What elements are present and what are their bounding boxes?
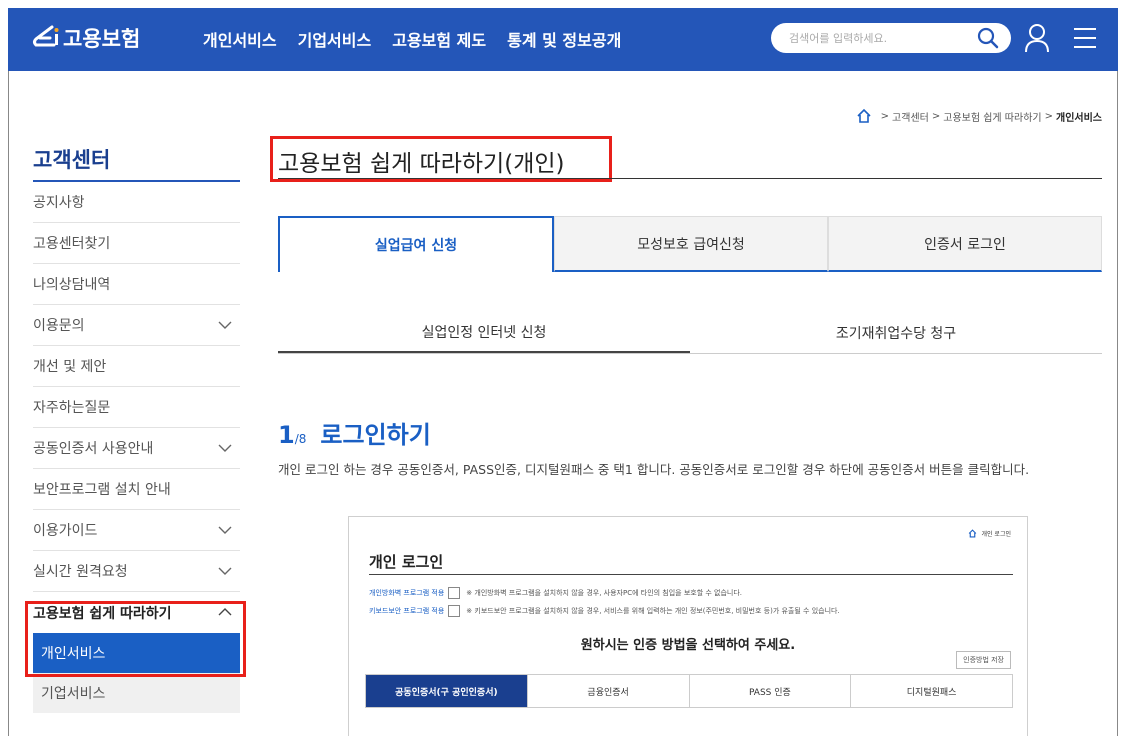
login-panel: 개인 로그인 개인 로그인 개인방화벽 프로그램 적용 ※ 개인방화벽 프로그램… xyxy=(348,516,1028,736)
keyboard-security-option: 키보드보안 프로그램 적용 ※ 키보드보안 프로그램을 설치하지 않을 경우, … xyxy=(369,605,840,617)
auth-tab-label: 디지털원패스 xyxy=(906,687,957,698)
search-input[interactable] xyxy=(789,29,969,47)
panel-breadcrumb-label: 개인 로그인 xyxy=(981,531,1011,538)
sidebar-item-label: 고용센터찾기 xyxy=(33,236,111,252)
keyboard-security-label: 키보드보안 프로그램 적용 xyxy=(369,607,445,615)
subtab-label: 조기재취업수당 청구 xyxy=(835,325,957,342)
step-heading: 1 /8 로그인하기 xyxy=(278,415,431,450)
auth-tab-digital-onepass[interactable]: 디지털원패스 xyxy=(851,675,1012,707)
site-logo[interactable]: 고용보험 xyxy=(30,18,140,58)
search-box xyxy=(771,23,1011,53)
step-title: 로그인하기 xyxy=(320,421,431,449)
subtab-internet-recognition[interactable]: 실업인정 인터넷 신청 xyxy=(278,312,690,353)
firewall-option-label: 개인방화벽 프로그램 적용 xyxy=(369,589,445,597)
sidebar-subitem-label: 기업서비스 xyxy=(41,686,106,702)
chevron-down-icon xyxy=(218,567,232,575)
sidebar-item-label: 공지사항 xyxy=(33,195,85,211)
main-tabs: 실업급여 신청 모성보호 급여신청 인증서 로그인 xyxy=(278,216,1102,272)
auth-tab-label: 금융인증서 xyxy=(587,687,629,698)
chevron-down-icon xyxy=(218,444,232,452)
keyboard-security-note: ※ 키보드보안 프로그램을 설치하지 않을 경우, 서비스를 위해 입력하는 개… xyxy=(466,607,840,615)
subtab-label: 실업인정 인터넷 신청 xyxy=(421,324,547,341)
sidebar-item-label: 개선 및 제안 xyxy=(33,359,107,375)
highlight-box-sidebar xyxy=(25,601,246,677)
tab-label: 인증서 로그인 xyxy=(924,236,1006,253)
sidebar-item-suggestions[interactable]: 개선 및 제안 xyxy=(33,346,240,387)
sidebar-title: 고객센터 xyxy=(33,148,111,172)
logo-text: 고용보험 xyxy=(63,27,141,51)
breadcrumb-separator: > xyxy=(931,110,941,122)
save-auth-method-button[interactable]: 인증방법 저장 xyxy=(956,651,1011,669)
breadcrumb-current: 개인서비스 xyxy=(1056,112,1102,124)
sidebar-item-notice[interactable]: 공지사항 xyxy=(33,182,240,223)
sidebar-item-label: 실시간 원격요청 xyxy=(33,564,128,580)
sidebar-item-inquiry[interactable]: 이용문의 xyxy=(33,305,240,346)
search-icon[interactable] xyxy=(976,26,1000,50)
sidebar-item-remote-request[interactable]: 실시간 원격요청 xyxy=(33,551,240,592)
auth-tab-financial-certificate[interactable]: 금융인증서 xyxy=(527,675,690,707)
global-nav: 개인서비스 기업서비스 고용보험 제도 통계 및 정보공개 xyxy=(203,27,642,51)
sidebar-item-label: 보안프로그램 설치 안내 xyxy=(33,482,171,498)
tab-maternity-benefit[interactable]: 모성보호 급여신청 xyxy=(554,216,828,272)
auth-tab-label: PASS 인증 xyxy=(748,687,791,698)
firewall-option: 개인방화벽 프로그램 적용 ※ 개인방화벽 프로그램을 설치하지 않을 경우, … xyxy=(369,587,742,599)
auth-method-prompt: 원하시는 인증 방법을 선택하여 주세요. xyxy=(580,638,796,653)
breadcrumb-item[interactable]: 고객센터 xyxy=(892,109,929,124)
home-icon xyxy=(969,529,977,538)
sidebar-item-label: 이용문의 xyxy=(33,318,85,334)
sub-tabs: 실업인정 인터넷 신청 조기재취업수당 청구 xyxy=(278,312,1102,354)
panel-divider xyxy=(369,574,1013,575)
step-number: 1 xyxy=(278,421,295,449)
sidebar-item-label: 자주하는질문 xyxy=(33,400,111,416)
sidebar-item-faq[interactable]: 자주하는질문 xyxy=(33,387,240,428)
panel-title: 개인 로그인 xyxy=(369,553,444,571)
sidebar-item-my-consultations[interactable]: 나의상담내역 xyxy=(33,264,240,305)
ei-logo-icon xyxy=(33,25,59,47)
site-header: 고용보험 개인서비스 기업서비스 고용보험 제도 통계 및 정보공개 xyxy=(8,8,1118,71)
firewall-checkbox[interactable] xyxy=(448,587,461,599)
sidebar-item-security-install[interactable]: 보안프로그램 설치 안내 xyxy=(33,469,240,510)
breadcrumb: > 고객센터 > 고용보험 쉽게 따라하기 > 개인서비스 xyxy=(856,108,1102,124)
auth-tab-label: 공동인증서(구 공인인증서) xyxy=(395,687,498,698)
auth-tab-pass[interactable]: PASS 인증 xyxy=(689,675,852,707)
breadcrumb-separator: > xyxy=(880,110,890,122)
home-icon[interactable] xyxy=(856,108,872,124)
tab-label: 실업급여 신청 xyxy=(374,238,458,254)
hamburger-menu-icon[interactable] xyxy=(1072,26,1098,50)
sidebar-subitem-business[interactable]: 기업서비스 xyxy=(33,673,240,713)
sidebar-item-label: 이용가이드 xyxy=(33,523,98,539)
nav-business-services[interactable]: 기업서비스 xyxy=(298,27,372,51)
breadcrumb-item[interactable]: 고용보험 쉽게 따라하기 xyxy=(943,109,1041,124)
tab-unemployment-benefit[interactable]: 실업급여 신청 xyxy=(278,216,554,272)
sidebar-item-find-center[interactable]: 고용센터찾기 xyxy=(33,223,240,264)
nav-insurance-system[interactable]: 고용보험 제도 xyxy=(392,27,486,51)
tab-certificate-login[interactable]: 인증서 로그인 xyxy=(828,216,1102,272)
keyboard-security-checkbox[interactable] xyxy=(448,605,461,617)
tab-label: 모성보호 급여신청 xyxy=(637,236,745,253)
step-description: 개인 로그인 하는 경우 공동인증서, PASS인증, 디지털원패스 중 택1 … xyxy=(278,462,1030,477)
user-icon[interactable] xyxy=(1024,23,1050,53)
title-divider xyxy=(278,178,1102,179)
sidebar-item-label: 나의상담내역 xyxy=(33,277,111,293)
firewall-option-note: ※ 개인방화벽 프로그램을 설치하지 않을 경우, 사용자PC에 타인의 침입을… xyxy=(466,589,743,597)
sidebar-item-user-guide[interactable]: 이용가이드 xyxy=(33,510,240,551)
auth-method-tabs: 공동인증서(구 공인인증서) 금융인증서 PASS 인증 디지털원패스 xyxy=(365,674,1013,708)
breadcrumb-separator: > xyxy=(1044,110,1053,122)
highlight-box-title xyxy=(270,136,612,182)
chevron-down-icon xyxy=(218,321,232,329)
chevron-down-icon xyxy=(218,526,232,534)
subtab-early-reemployment[interactable]: 조기재취업수당 청구 xyxy=(690,312,1102,353)
nav-statistics[interactable]: 통계 및 정보공개 xyxy=(507,27,621,51)
panel-breadcrumb: 개인 로그인 xyxy=(968,529,1011,538)
sidebar-item-certificate-guide[interactable]: 공동인증서 사용안내 xyxy=(33,428,240,469)
step-total: /8 xyxy=(294,432,307,446)
auth-tab-joint-certificate[interactable]: 공동인증서(구 공인인증서) xyxy=(366,675,528,707)
sidebar-item-label: 공동인증서 사용안내 xyxy=(33,441,154,457)
nav-personal-services[interactable]: 개인서비스 xyxy=(203,27,277,51)
